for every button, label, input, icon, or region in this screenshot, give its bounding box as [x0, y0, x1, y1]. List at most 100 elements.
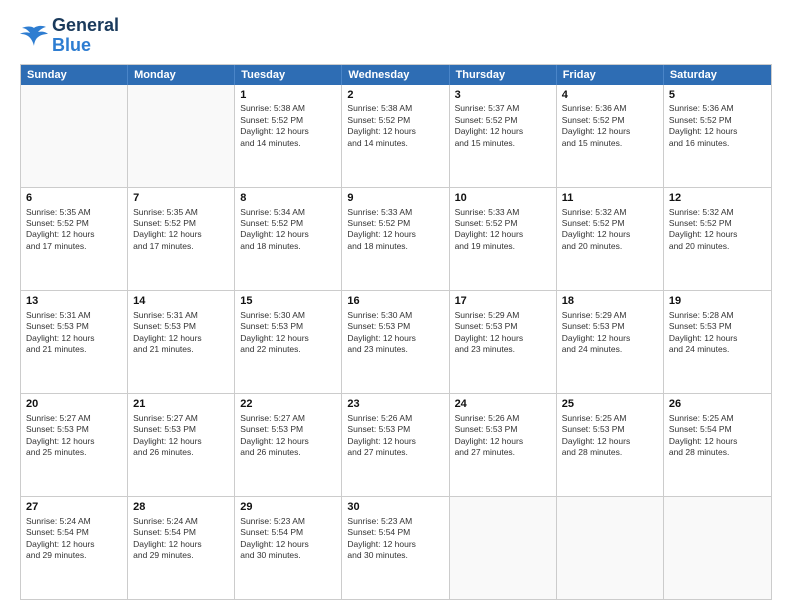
- day-number: 23: [347, 397, 443, 412]
- cell-info: Sunrise: 5:28 AM Sunset: 5:53 PM Dayligh…: [669, 310, 766, 356]
- calendar-cell: 10Sunrise: 5:33 AM Sunset: 5:52 PM Dayli…: [450, 188, 557, 290]
- calendar-cell: 27Sunrise: 5:24 AM Sunset: 5:54 PM Dayli…: [21, 497, 128, 599]
- day-number: 13: [26, 294, 122, 309]
- cell-info: Sunrise: 5:36 AM Sunset: 5:52 PM Dayligh…: [669, 103, 766, 149]
- calendar-cell: 14Sunrise: 5:31 AM Sunset: 5:53 PM Dayli…: [128, 291, 235, 393]
- day-number: 18: [562, 294, 658, 309]
- cell-info: Sunrise: 5:30 AM Sunset: 5:53 PM Dayligh…: [240, 310, 336, 356]
- calendar-cell: 2Sunrise: 5:38 AM Sunset: 5:52 PM Daylig…: [342, 85, 449, 187]
- cell-info: Sunrise: 5:29 AM Sunset: 5:53 PM Dayligh…: [455, 310, 551, 356]
- day-number: 16: [347, 294, 443, 309]
- day-number: 11: [562, 191, 658, 206]
- calendar-cell: 24Sunrise: 5:26 AM Sunset: 5:53 PM Dayli…: [450, 394, 557, 496]
- calendar-header: SundayMondayTuesdayWednesdayThursdayFrid…: [21, 65, 771, 85]
- day-number: 5: [669, 88, 766, 103]
- cell-info: Sunrise: 5:29 AM Sunset: 5:53 PM Dayligh…: [562, 310, 658, 356]
- calendar-cell: 5Sunrise: 5:36 AM Sunset: 5:52 PM Daylig…: [664, 85, 771, 187]
- day-number: 30: [347, 500, 443, 515]
- calendar-cell: 6Sunrise: 5:35 AM Sunset: 5:52 PM Daylig…: [21, 188, 128, 290]
- day-number: 19: [669, 294, 766, 309]
- header-cell-sunday: Sunday: [21, 65, 128, 85]
- calendar-cell: 28Sunrise: 5:24 AM Sunset: 5:54 PM Dayli…: [128, 497, 235, 599]
- calendar-body: 1Sunrise: 5:38 AM Sunset: 5:52 PM Daylig…: [21, 85, 771, 599]
- day-number: 22: [240, 397, 336, 412]
- calendar-cell: 25Sunrise: 5:25 AM Sunset: 5:53 PM Dayli…: [557, 394, 664, 496]
- day-number: 10: [455, 191, 551, 206]
- calendar-row-0: 1Sunrise: 5:38 AM Sunset: 5:52 PM Daylig…: [21, 85, 771, 187]
- day-number: 26: [669, 397, 766, 412]
- header-cell-friday: Friday: [557, 65, 664, 85]
- day-number: 6: [26, 191, 122, 206]
- day-number: 29: [240, 500, 336, 515]
- cell-info: Sunrise: 5:33 AM Sunset: 5:52 PM Dayligh…: [347, 207, 443, 253]
- cell-info: Sunrise: 5:36 AM Sunset: 5:52 PM Dayligh…: [562, 103, 658, 149]
- cell-info: Sunrise: 5:23 AM Sunset: 5:54 PM Dayligh…: [347, 516, 443, 562]
- logo-icon: [20, 24, 48, 48]
- calendar-cell: 21Sunrise: 5:27 AM Sunset: 5:53 PM Dayli…: [128, 394, 235, 496]
- day-number: 3: [455, 88, 551, 103]
- calendar-cell: 20Sunrise: 5:27 AM Sunset: 5:53 PM Dayli…: [21, 394, 128, 496]
- day-number: 14: [133, 294, 229, 309]
- cell-info: Sunrise: 5:27 AM Sunset: 5:53 PM Dayligh…: [26, 413, 122, 459]
- cell-info: Sunrise: 5:37 AM Sunset: 5:52 PM Dayligh…: [455, 103, 551, 149]
- cell-info: Sunrise: 5:23 AM Sunset: 5:54 PM Dayligh…: [240, 516, 336, 562]
- day-number: 7: [133, 191, 229, 206]
- calendar-cell: 26Sunrise: 5:25 AM Sunset: 5:54 PM Dayli…: [664, 394, 771, 496]
- header: General Blue: [20, 16, 772, 56]
- calendar-cell: [128, 85, 235, 187]
- cell-info: Sunrise: 5:27 AM Sunset: 5:53 PM Dayligh…: [240, 413, 336, 459]
- calendar-row-3: 20Sunrise: 5:27 AM Sunset: 5:53 PM Dayli…: [21, 393, 771, 496]
- day-number: 1: [240, 88, 336, 103]
- day-number: 21: [133, 397, 229, 412]
- logo: General Blue: [20, 16, 119, 56]
- calendar-cell: 3Sunrise: 5:37 AM Sunset: 5:52 PM Daylig…: [450, 85, 557, 187]
- logo-text-general: General: [52, 16, 119, 36]
- calendar-cell: 9Sunrise: 5:33 AM Sunset: 5:52 PM Daylig…: [342, 188, 449, 290]
- calendar-cell: 22Sunrise: 5:27 AM Sunset: 5:53 PM Dayli…: [235, 394, 342, 496]
- calendar-cell: 1Sunrise: 5:38 AM Sunset: 5:52 PM Daylig…: [235, 85, 342, 187]
- day-number: 28: [133, 500, 229, 515]
- calendar-cell: 7Sunrise: 5:35 AM Sunset: 5:52 PM Daylig…: [128, 188, 235, 290]
- cell-info: Sunrise: 5:38 AM Sunset: 5:52 PM Dayligh…: [347, 103, 443, 149]
- cell-info: Sunrise: 5:24 AM Sunset: 5:54 PM Dayligh…: [133, 516, 229, 562]
- calendar-cell: 13Sunrise: 5:31 AM Sunset: 5:53 PM Dayli…: [21, 291, 128, 393]
- day-number: 25: [562, 397, 658, 412]
- calendar-cell: 29Sunrise: 5:23 AM Sunset: 5:54 PM Dayli…: [235, 497, 342, 599]
- day-number: 9: [347, 191, 443, 206]
- calendar-cell: 8Sunrise: 5:34 AM Sunset: 5:52 PM Daylig…: [235, 188, 342, 290]
- calendar-cell: 4Sunrise: 5:36 AM Sunset: 5:52 PM Daylig…: [557, 85, 664, 187]
- day-number: 8: [240, 191, 336, 206]
- calendar: SundayMondayTuesdayWednesdayThursdayFrid…: [20, 64, 772, 600]
- cell-info: Sunrise: 5:31 AM Sunset: 5:53 PM Dayligh…: [26, 310, 122, 356]
- calendar-cell: 12Sunrise: 5:32 AM Sunset: 5:52 PM Dayli…: [664, 188, 771, 290]
- day-number: 24: [455, 397, 551, 412]
- calendar-cell: 16Sunrise: 5:30 AM Sunset: 5:53 PM Dayli…: [342, 291, 449, 393]
- cell-info: Sunrise: 5:32 AM Sunset: 5:52 PM Dayligh…: [669, 207, 766, 253]
- calendar-cell: [450, 497, 557, 599]
- cell-info: Sunrise: 5:26 AM Sunset: 5:53 PM Dayligh…: [455, 413, 551, 459]
- cell-info: Sunrise: 5:35 AM Sunset: 5:52 PM Dayligh…: [133, 207, 229, 253]
- header-cell-thursday: Thursday: [450, 65, 557, 85]
- cell-info: Sunrise: 5:31 AM Sunset: 5:53 PM Dayligh…: [133, 310, 229, 356]
- day-number: 17: [455, 294, 551, 309]
- calendar-cell: 19Sunrise: 5:28 AM Sunset: 5:53 PM Dayli…: [664, 291, 771, 393]
- calendar-row-1: 6 Sunrise: 5:35 AM Sunset: 5:52 PM Daylig…: [21, 187, 771, 290]
- day-number: 15: [240, 294, 336, 309]
- cell-info: Sunrise: 5:33 AM Sunset: 5:52 PM Dayligh…: [455, 207, 551, 253]
- cell-info: Sunrise: 5:24 AM Sunset: 5:54 PM Dayligh…: [26, 516, 122, 562]
- header-cell-saturday: Saturday: [664, 65, 771, 85]
- calendar-cell: [21, 85, 128, 187]
- day-number: 4: [562, 88, 658, 103]
- calendar-cell: 17Sunrise: 5:29 AM Sunset: 5:53 PM Dayli…: [450, 291, 557, 393]
- day-number: 12: [669, 191, 766, 206]
- cell-info: Sunrise: 5:25 AM Sunset: 5:53 PM Dayligh…: [562, 413, 658, 459]
- cell-info: Sunrise: 5:30 AM Sunset: 5:53 PM Dayligh…: [347, 310, 443, 356]
- logo-text-blue: Blue: [52, 36, 119, 56]
- calendar-cell: 23Sunrise: 5:26 AM Sunset: 5:53 PM Dayli…: [342, 394, 449, 496]
- day-number: 2: [347, 88, 443, 103]
- header-cell-wednesday: Wednesday: [342, 65, 449, 85]
- day-number: 20: [26, 397, 122, 412]
- cell-info: Sunrise: 5:32 AM Sunset: 5:52 PM Dayligh…: [562, 207, 658, 253]
- cell-info: Sunrise: 5:38 AM Sunset: 5:52 PM Dayligh…: [240, 103, 336, 149]
- day-number: 27: [26, 500, 122, 515]
